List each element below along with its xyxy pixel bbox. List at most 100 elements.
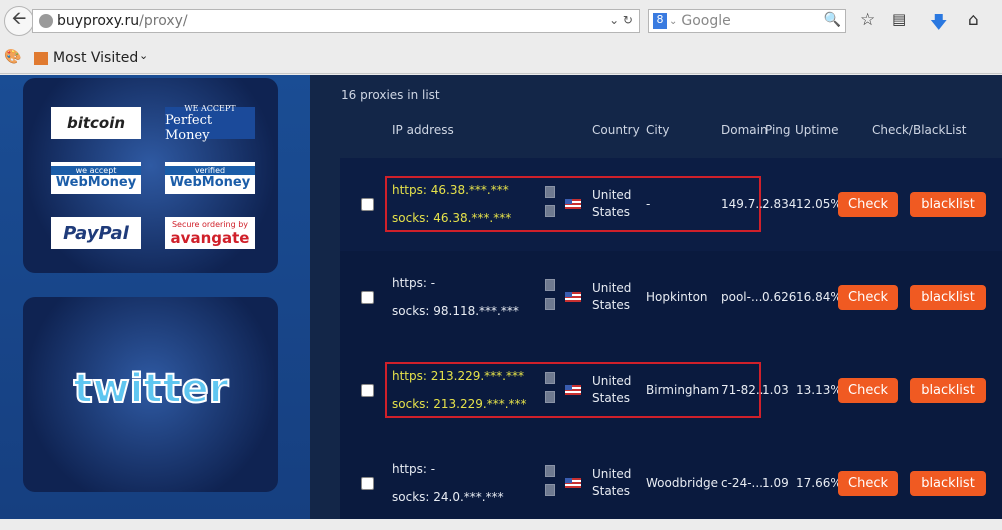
url-bar[interactable]: buyproxy.ru/proxy/ ⌄ ↻ xyxy=(32,9,640,33)
payment-methods-panel: bitcoin WE ACCEPT Perfect Money we accept We… xyxy=(23,78,278,273)
header-country: Country xyxy=(592,123,640,137)
https-address: https: 46.38.***.*** xyxy=(392,183,509,197)
payment-logo: PayPal xyxy=(51,217,141,249)
domain: pool-... xyxy=(721,290,763,304)
header-domain: Domain xyxy=(721,123,768,137)
socks-address: socks: 46.38.***.*** xyxy=(392,211,512,225)
us-flag-icon xyxy=(565,199,581,209)
copy-icon[interactable] xyxy=(545,205,555,217)
check-button[interactable]: Check xyxy=(838,471,898,496)
proxy-list: 16 proxies in list IP address Country Ci… xyxy=(310,75,1002,519)
search-bar[interactable]: 8 ⌄ Google 🔍 xyxy=(648,9,846,33)
table-row: https: 46.38.***.*** socks: 46.38.***.***… xyxy=(340,158,1002,251)
https-address: https: - xyxy=(392,462,436,476)
blacklist-button[interactable]: blacklist xyxy=(910,192,986,217)
us-flag-icon xyxy=(565,478,581,488)
row-checkbox[interactable] xyxy=(361,198,374,211)
payment-logo-caption: verified xyxy=(165,166,255,175)
blacklist-button[interactable]: blacklist xyxy=(910,378,986,403)
browser-toolbar: 🡨 buyproxy.ru/proxy/ ⌄ ↻ 8 ⌄ Google 🔍 ☆ ▤… xyxy=(0,0,1002,44)
copy-icon[interactable] xyxy=(545,391,555,403)
socks-address: socks: 213.229.***.*** xyxy=(392,397,527,411)
sidebar: bitcoin WE ACCEPT Perfect Money we accept We… xyxy=(0,75,310,519)
copy-icon[interactable] xyxy=(545,186,555,198)
city: Woodbridge xyxy=(646,476,718,490)
copy-icon[interactable] xyxy=(545,279,555,291)
ping: 0.626 xyxy=(762,290,797,304)
arrow-left-icon: 🡨 xyxy=(11,8,27,29)
globe-icon xyxy=(39,14,53,28)
copy-icon[interactable] xyxy=(545,298,555,310)
palette-icon[interactable]: 🎨 xyxy=(4,49,21,65)
check-button[interactable]: Check xyxy=(838,378,898,403)
proxy-table: https: 46.38.***.*** socks: 46.38.***.***… xyxy=(340,158,1002,519)
back-button[interactable]: 🡨 xyxy=(4,6,34,36)
url-host: buyproxy.ru xyxy=(57,13,140,29)
ping: 2.834 xyxy=(762,197,797,211)
twitter-logo-text: twitter xyxy=(74,366,229,412)
payment-logo: bitcoin xyxy=(51,107,141,139)
ping: 1.03 xyxy=(762,383,789,397)
twitter-panel[interactable]: twitter xyxy=(23,297,278,492)
payment-logo: Secure ordering by avangate xyxy=(165,217,255,249)
row-checkbox[interactable] xyxy=(361,477,374,490)
download-icon[interactable]: 🡇 xyxy=(930,10,947,39)
payment-logo: we accept WebMoney xyxy=(51,162,141,194)
city: Birmingham xyxy=(646,383,720,397)
row-checkbox[interactable] xyxy=(361,384,374,397)
country: United States xyxy=(592,188,632,219)
socks-address: socks: 24.0.***.*** xyxy=(392,490,504,504)
uptime: 17.66% xyxy=(796,476,842,490)
clipboard-icon[interactable]: ▤ xyxy=(892,10,906,28)
uptime: 13.13% xyxy=(796,383,842,397)
country: United States xyxy=(592,281,632,312)
star-icon[interactable]: ☆ xyxy=(860,10,875,30)
page-content: bitcoin WE ACCEPT Perfect Money we accept We… xyxy=(0,75,1002,519)
payment-logo: verified WebMoney xyxy=(165,162,255,194)
google-engine-icon[interactable]: 8 xyxy=(653,13,667,29)
copy-icon[interactable] xyxy=(545,484,555,496)
uptime: 12.05% xyxy=(796,197,842,211)
bookmarks-bar: 🎨 Most Visited ⌄ xyxy=(0,44,1002,74)
table-row: https: - socks: 98.118.***.*** United Stat… xyxy=(340,251,1002,344)
home-icon[interactable]: ⌂ xyxy=(968,10,979,30)
https-address: https: - xyxy=(392,276,436,290)
uptime: 16.84% xyxy=(796,290,842,304)
header-actions: Check/BlackList xyxy=(872,123,967,137)
payment-logo-caption: we accept xyxy=(51,166,141,175)
us-flag-icon xyxy=(565,385,581,395)
country: United States xyxy=(592,467,632,498)
copy-icon[interactable] xyxy=(545,372,555,384)
payment-logo: WE ACCEPT Perfect Money xyxy=(165,103,255,143)
blacklist-button[interactable]: blacklist xyxy=(910,285,986,310)
payment-logo-name: Perfect Money xyxy=(165,112,213,143)
city: - xyxy=(646,197,651,211)
payment-logo-name: bitcoin xyxy=(66,114,126,132)
header-uptime: Uptime xyxy=(795,123,839,137)
check-button[interactable]: Check xyxy=(838,192,898,217)
chevron-down-icon[interactable]: ⌄ xyxy=(669,16,677,27)
payment-logo-name: PayPal xyxy=(63,222,129,244)
payment-logo-name: WebMoney xyxy=(55,175,137,190)
header-ip: IP address xyxy=(392,123,454,137)
search-icon[interactable]: 🔍 xyxy=(824,12,841,28)
twitter-logo[interactable]: twitter xyxy=(23,297,278,492)
payment-logo-caption: WE ACCEPT xyxy=(184,103,236,113)
blacklist-button[interactable]: blacklist xyxy=(910,471,986,496)
row-checkbox[interactable] xyxy=(361,291,374,304)
copy-icon[interactable] xyxy=(545,465,555,477)
us-flag-icon xyxy=(565,292,581,302)
folder-icon xyxy=(34,52,48,65)
bookmark-most-visited[interactable]: Most Visited xyxy=(53,50,138,66)
domain: c-24-... xyxy=(721,476,763,490)
table-row: https: 213.229.***.*** socks: 213.229.***… xyxy=(340,344,1002,437)
header-ping: Ping xyxy=(765,123,791,137)
header-city: City xyxy=(646,123,670,137)
city: Hopkinton xyxy=(646,290,708,304)
reload-icon[interactable]: ⌄ ↻ xyxy=(609,13,633,27)
url-path: /proxy/ xyxy=(139,13,188,29)
check-button[interactable]: Check xyxy=(838,285,898,310)
chevron-down-icon[interactable]: ⌄ xyxy=(139,49,148,62)
socks-address: socks: 98.118.***.*** xyxy=(392,304,519,318)
table-row: https: - socks: 24.0.***.*** United States… xyxy=(340,437,1002,530)
